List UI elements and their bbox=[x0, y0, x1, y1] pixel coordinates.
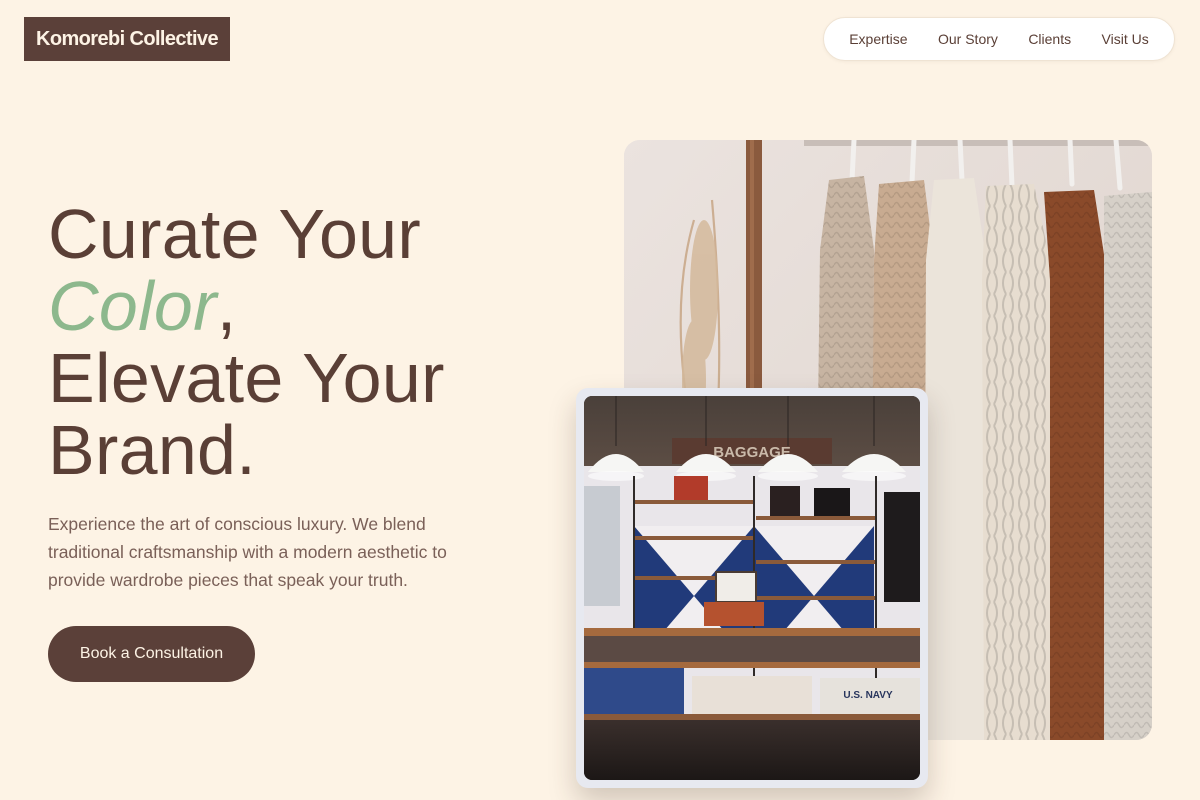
brand-logo[interactable]: Komorebi Collective bbox=[24, 17, 230, 61]
headline-accent-punct: , bbox=[216, 267, 237, 345]
store-shirt-print: U.S. NAVY bbox=[843, 690, 893, 701]
hero-description: Experience the art of conscious luxury. … bbox=[48, 514, 447, 590]
headline-accent-word: Color bbox=[48, 267, 217, 345]
headline-line-2: Color, bbox=[48, 270, 445, 342]
store-image-frame: BAGGAGE U.S. NAVY bbox=[576, 388, 928, 788]
main-nav: Expertise Our Story Clients Visit Us bbox=[823, 17, 1175, 61]
headline-line-4: Brand. bbox=[48, 411, 257, 489]
headline-line-1: Curate Your bbox=[48, 195, 422, 273]
nav-item-expertise[interactable]: Expertise bbox=[849, 31, 907, 47]
nav-item-our-story[interactable]: Our Story bbox=[938, 31, 998, 47]
store-interior-image: BAGGAGE U.S. NAVY bbox=[584, 396, 920, 780]
book-consultation-button[interactable]: Book a Consultation bbox=[48, 626, 255, 682]
headline-line-3: Elevate Your bbox=[48, 339, 445, 417]
brand-name: Komorebi Collective bbox=[36, 27, 219, 50]
nav-item-clients[interactable]: Clients bbox=[1028, 31, 1071, 47]
hero-headline: Curate Your Color, Elevate Your Brand. bbox=[48, 198, 445, 486]
nav-item-visit-us[interactable]: Visit Us bbox=[1102, 31, 1149, 47]
